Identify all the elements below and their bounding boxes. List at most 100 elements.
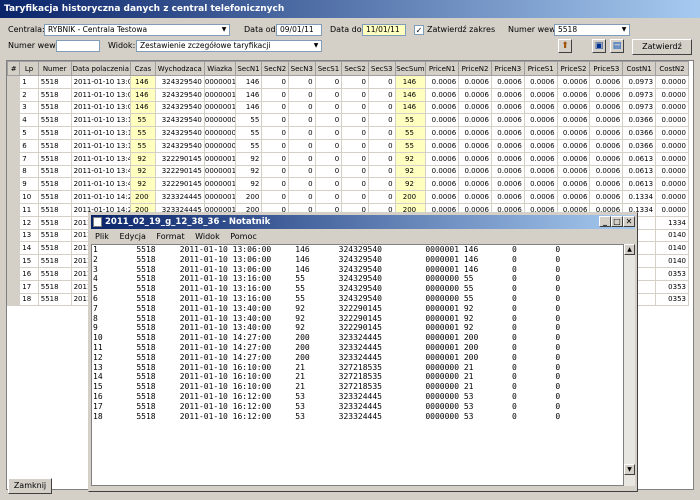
- column-header[interactable]: SecN1: [234, 61, 263, 76]
- table-cell: 0000001: [203, 151, 236, 166]
- column-header[interactable]: SecS2: [341, 61, 369, 76]
- column-header[interactable]: SecS3: [367, 61, 396, 76]
- table-cell: 0: [287, 100, 316, 115]
- table-cell: 200: [130, 190, 156, 204]
- column-header[interactable]: Numer: [37, 61, 72, 76]
- table-cell: 2011-01-10 13:06: [70, 100, 132, 115]
- column-header[interactable]: PriceS2: [556, 61, 591, 76]
- table-cell: 0140: [655, 254, 689, 268]
- table-cell: 0.0006: [425, 190, 460, 204]
- column-header[interactable]: SecS1: [314, 61, 343, 76]
- table-cell: 0: [367, 87, 396, 102]
- table-cell: 55: [130, 113, 156, 128]
- table-row[interactable]: 8 5518 2011-01-10 13:40 92 322290145 0000001 9…: [7, 164, 689, 179]
- menu-format[interactable]: Format: [156, 232, 184, 241]
- table-cell: 0.0006: [589, 75, 624, 89]
- menu-edycja[interactable]: Edycja: [119, 232, 145, 241]
- table-cell: 0.0006: [425, 126, 460, 140]
- table-row[interactable]: 5 5518 2011-01-10 13:16 55 324329540 0000000 5…: [7, 126, 689, 140]
- close-icon[interactable]: ✕: [623, 216, 635, 227]
- column-header[interactable]: PriceN2: [458, 61, 492, 76]
- menu-widok[interactable]: Widok: [195, 232, 220, 241]
- chevron-down-icon[interactable]: ▼: [311, 41, 321, 51]
- table-cell: 0.0613: [622, 177, 657, 192]
- table-cell: 324329540: [154, 100, 205, 115]
- table-cell: 5518: [37, 177, 72, 192]
- scroll-up-icon[interactable]: ▲: [624, 244, 635, 255]
- scroll-down-icon[interactable]: ▼: [624, 464, 635, 475]
- table-row[interactable]: 7 5518 2011-01-10 13:40 92 322290145 0000001 9…: [7, 151, 689, 166]
- table-cell: 0.0006: [425, 164, 460, 179]
- table-row[interactable]: 2 5518 2011-01-10 13:06 146 324329540 0000001…: [7, 87, 689, 102]
- table-cell: 5518: [37, 266, 72, 281]
- table-cell: 0.0006: [589, 113, 624, 128]
- numer-wew-select[interactable]: 5518 ▼: [554, 24, 630, 36]
- table-cell: [7, 279, 21, 294]
- column-header[interactable]: SecN2: [261, 61, 289, 76]
- column-header[interactable]: SecN3: [287, 61, 316, 76]
- chevron-down-icon[interactable]: ▼: [619, 25, 629, 35]
- table-row[interactable]: 9 5518 2011-01-10 13:40 92 322290145 0000001 9…: [7, 177, 689, 192]
- chevron-down-icon[interactable]: ▼: [219, 25, 229, 35]
- table-row[interactable]: 4 5518 2011-01-10 13:16 55 324329540 0000000 5…: [7, 113, 689, 128]
- minimize-icon[interactable]: _: [599, 216, 611, 227]
- table-row[interactable]: 3 5518 2011-01-10 13:06 146 324329540 0000001…: [7, 100, 689, 115]
- numer-wew-value: 5518: [558, 25, 578, 34]
- data-do-input[interactable]: 11/01/11: [362, 24, 406, 36]
- column-header[interactable]: Wiazka: [203, 61, 236, 76]
- table-cell: 0000000: [203, 126, 236, 140]
- notepad-text-area[interactable]: 1 5518 2011-01-10 13:06:00 146 324329540…: [91, 244, 624, 486]
- column-header[interactable]: CostN2: [655, 61, 689, 76]
- table-cell: 0353: [655, 292, 689, 307]
- table-row[interactable]: 1 5518 2011-01-10 13:06 146 324329540 0000001…: [7, 75, 689, 89]
- centrala-select[interactable]: RYBNIK - Centrala Testowa ▼: [44, 24, 230, 36]
- table-cell: 0: [314, 151, 343, 166]
- table-cell: 0: [341, 151, 369, 166]
- column-header[interactable]: Data polaczenia: [70, 61, 132, 76]
- table-cell: 0.0006: [458, 138, 492, 153]
- column-header[interactable]: SecSum: [394, 61, 427, 76]
- text-line: 1 5518 2011-01-10 13:06:00 146 324329540…: [93, 245, 561, 254]
- zatwierdz-button[interactable]: Zatwierdź: [632, 39, 692, 55]
- vertical-scrollbar[interactable]: ▲ ▼: [624, 244, 635, 486]
- upload-icon[interactable]: ⬆: [558, 39, 572, 53]
- column-header[interactable]: PriceN1: [425, 61, 460, 76]
- table-row[interactable]: 6 5518 2011-01-10 13:16 55 324329540 0000000 5…: [7, 138, 689, 153]
- menu-plik[interactable]: Plik: [95, 232, 109, 241]
- table-cell: 146: [234, 87, 263, 102]
- column-header[interactable]: Czas: [130, 61, 156, 76]
- widok-select[interactable]: Zestawienie zczegółowe taryfikacji ▼: [136, 40, 322, 52]
- table-cell: 0.0006: [458, 151, 492, 166]
- document-icon[interactable]: ▤: [610, 39, 624, 53]
- table-row[interactable]: 10 5518 2011-01-10 14:27 200 323324445 000000…: [7, 190, 689, 204]
- table-cell: 5518: [37, 113, 72, 128]
- table-cell: 0.0006: [523, 87, 558, 102]
- zatwierdz-zakres-label: Zatwierdź zakres: [427, 25, 496, 34]
- column-header[interactable]: Lp: [19, 61, 39, 76]
- column-header[interactable]: PriceN3: [490, 61, 525, 76]
- column-header[interactable]: #: [7, 61, 21, 76]
- column-header[interactable]: Wychodzaca: [154, 61, 205, 76]
- text-line: 11 5518 2011-01-10 14:27:00 200 32332444…: [93, 342, 561, 352]
- zatwierdz-zakres-checkbox[interactable]: ✓: [414, 25, 424, 35]
- numer-wew2-input[interactable]: [56, 40, 100, 52]
- table-cell: 5518: [37, 100, 72, 115]
- zamknij-button[interactable]: Zamknij: [8, 478, 52, 494]
- printer-icon[interactable]: ▣: [592, 39, 606, 53]
- table-cell: 0: [367, 138, 396, 153]
- maximize-icon[interactable]: □: [611, 216, 623, 227]
- table-cell: [7, 254, 21, 268]
- notepad-title-bar[interactable]: 2011_02_19_g_12_38_36 - Notatnik _ □ ✕: [91, 215, 635, 229]
- table-cell: 0.0006: [425, 87, 460, 102]
- data-od-input[interactable]: 09/01/11: [276, 24, 322, 36]
- menu-pomoc[interactable]: Pomoc: [230, 232, 257, 241]
- column-header[interactable]: PriceS1: [523, 61, 558, 76]
- notepad-window[interactable]: 2011_02_19_g_12_38_36 - Notatnik _ □ ✕ P…: [88, 212, 638, 492]
- column-header[interactable]: PriceS3: [589, 61, 624, 76]
- table-cell: 0.0973: [622, 75, 657, 89]
- column-header[interactable]: CostN1: [622, 61, 657, 76]
- table-cell: 0.0366: [622, 138, 657, 153]
- table-cell: 92: [234, 164, 263, 179]
- table-cell: 0.0006: [458, 177, 492, 192]
- table-cell: 55: [234, 126, 263, 140]
